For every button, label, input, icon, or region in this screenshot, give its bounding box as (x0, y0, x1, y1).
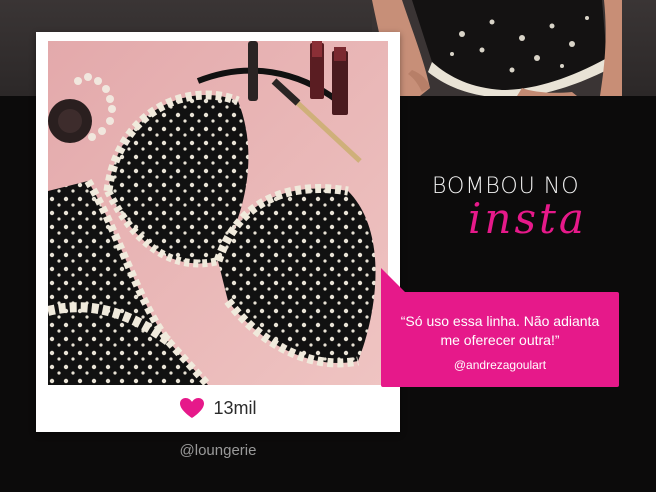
quote-bubble-tail (381, 268, 407, 294)
quote-text: “Só uso essa linha. Não adianta me ofere… (400, 313, 600, 348)
likes-row: 13mil (36, 392, 400, 424)
heading-line2: insta (468, 194, 587, 243)
quote-bubble: “Só uso essa linha. Não adianta me ofere… (381, 292, 619, 387)
heart-icon[interactable] (179, 397, 205, 419)
post-photo (48, 41, 388, 385)
model-photo (372, 0, 622, 96)
likes-count: 13mil (213, 397, 257, 418)
instagram-post-card[interactable]: 13mil (36, 32, 400, 432)
post-account-handle[interactable]: @loungerie (36, 442, 400, 459)
quote-author-handle[interactable]: @andrezagoulart (381, 358, 619, 372)
